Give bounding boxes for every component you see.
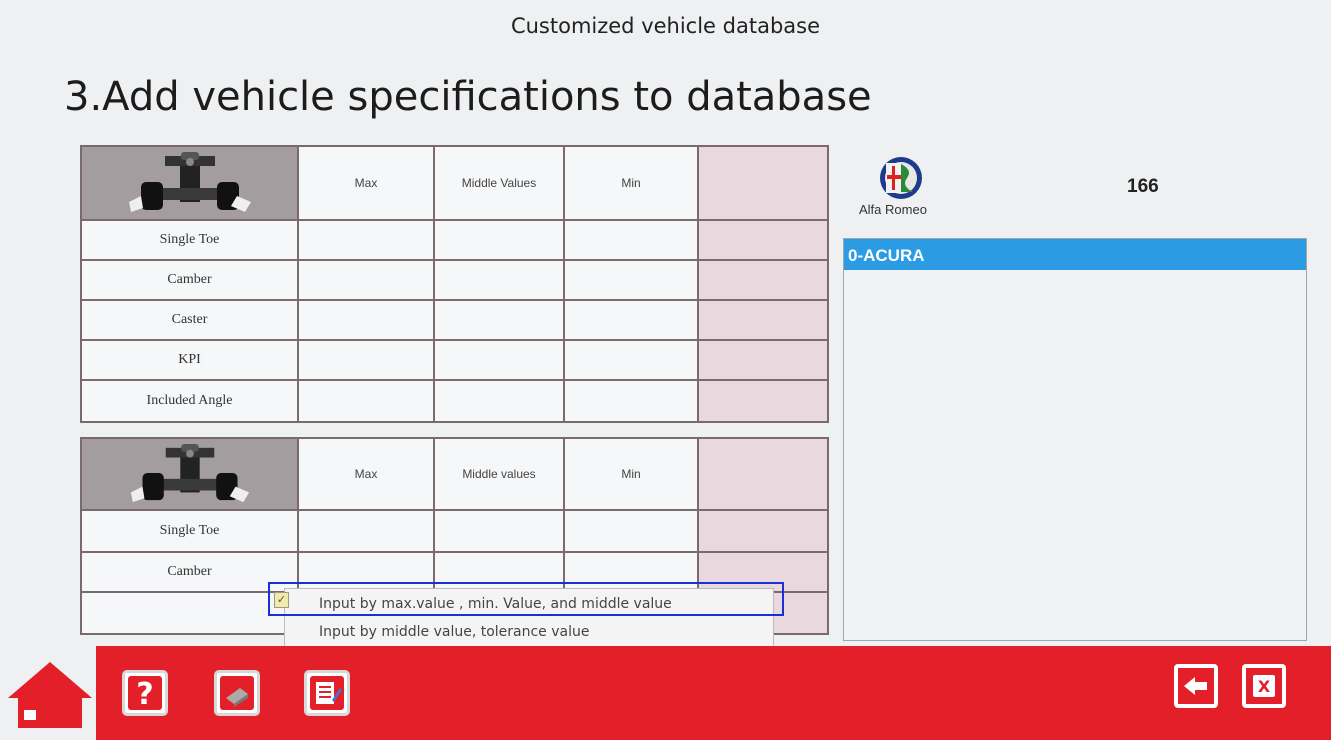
- value-cell[interactable]: [433, 299, 565, 341]
- value-cell[interactable]: [697, 339, 829, 381]
- model-number: 166: [1127, 176, 1159, 197]
- row-label: KPI: [80, 339, 299, 381]
- value-cell[interactable]: [433, 219, 565, 261]
- list-edit-icon: [310, 676, 344, 710]
- home-icon[interactable]: [8, 658, 92, 728]
- row-label: [80, 591, 299, 635]
- value-cell[interactable]: [563, 339, 699, 381]
- brand-panel: Alfa Romeo 166: [845, 150, 1305, 230]
- input-mode-option-middle-tolerance[interactable]: Input by middle value, tolerance value: [319, 624, 589, 640]
- sensor-icon: [220, 676, 254, 710]
- value-cell[interactable]: [697, 509, 829, 553]
- col-min: Min: [563, 145, 699, 221]
- col-middle: Middle values: [433, 437, 565, 511]
- row-label: Camber: [80, 551, 299, 593]
- selected-option-highlight: ✓: [268, 582, 784, 616]
- bottom-toolbar: [96, 646, 1331, 740]
- value-cell[interactable]: [697, 259, 829, 301]
- row-label: Single Toe: [80, 219, 299, 261]
- value-cell[interactable]: [563, 219, 699, 261]
- svg-text:X: X: [1258, 677, 1271, 696]
- front-spec-table: Max Middle Values Min Single Toe Camber …: [80, 145, 829, 423]
- row-label: Camber: [80, 259, 299, 301]
- page-heading: 3.Add vehicle specifications to database: [64, 74, 872, 120]
- value-cell[interactable]: [563, 509, 699, 553]
- col-extra: [697, 437, 829, 511]
- option-label: Input by middle value, tolerance value: [319, 624, 590, 640]
- value-cell[interactable]: [297, 509, 435, 553]
- value-cell[interactable]: [433, 259, 565, 301]
- value-cell[interactable]: [297, 379, 435, 423]
- help-icon: ?: [128, 676, 162, 710]
- row-label: Included Angle: [80, 379, 299, 423]
- list-edit-button[interactable]: [304, 670, 350, 716]
- col-max: Max: [297, 437, 435, 511]
- svg-text:?: ?: [136, 677, 153, 710]
- back-button[interactable]: [1174, 664, 1218, 708]
- value-cell[interactable]: [433, 379, 565, 423]
- front-axle-car-cell: [80, 145, 299, 221]
- screen-title: Customized vehicle database: [510, 14, 821, 38]
- col-min: Min: [563, 437, 699, 511]
- car-axle-icon: [128, 152, 251, 212]
- value-cell[interactable]: [433, 509, 565, 553]
- value-cell[interactable]: [433, 339, 565, 381]
- row-label: Single Toe: [80, 509, 299, 553]
- sensor-button[interactable]: [214, 670, 260, 716]
- col-middle: Middle Values: [433, 145, 565, 221]
- value-cell[interactable]: [563, 379, 699, 423]
- col-extra: [697, 145, 829, 221]
- value-cell[interactable]: [697, 219, 829, 261]
- value-cell[interactable]: [563, 259, 699, 301]
- make-list-item-selected[interactable]: 0-ACURA: [844, 239, 1306, 270]
- help-button[interactable]: ?: [122, 670, 168, 716]
- make-list[interactable]: 0-ACURA: [843, 238, 1307, 641]
- row-label: Caster: [80, 299, 299, 341]
- alfa-romeo-logo-icon: [880, 157, 922, 199]
- rear-axle-car-cell: [80, 437, 299, 511]
- value-cell[interactable]: [297, 299, 435, 341]
- col-max: Max: [297, 145, 435, 221]
- close-button[interactable]: X: [1242, 664, 1286, 708]
- value-cell[interactable]: [297, 259, 435, 301]
- value-cell[interactable]: [297, 219, 435, 261]
- value-cell[interactable]: [563, 299, 699, 341]
- back-icon: [1184, 677, 1207, 695]
- value-cell[interactable]: [697, 379, 829, 423]
- brand-name: Alfa Romeo: [859, 202, 927, 217]
- value-cell[interactable]: [697, 299, 829, 341]
- value-cell[interactable]: [297, 339, 435, 381]
- car-axle-icon: [130, 443, 249, 503]
- checkmark-icon: ✓: [274, 592, 289, 608]
- close-icon: X: [1253, 675, 1275, 697]
